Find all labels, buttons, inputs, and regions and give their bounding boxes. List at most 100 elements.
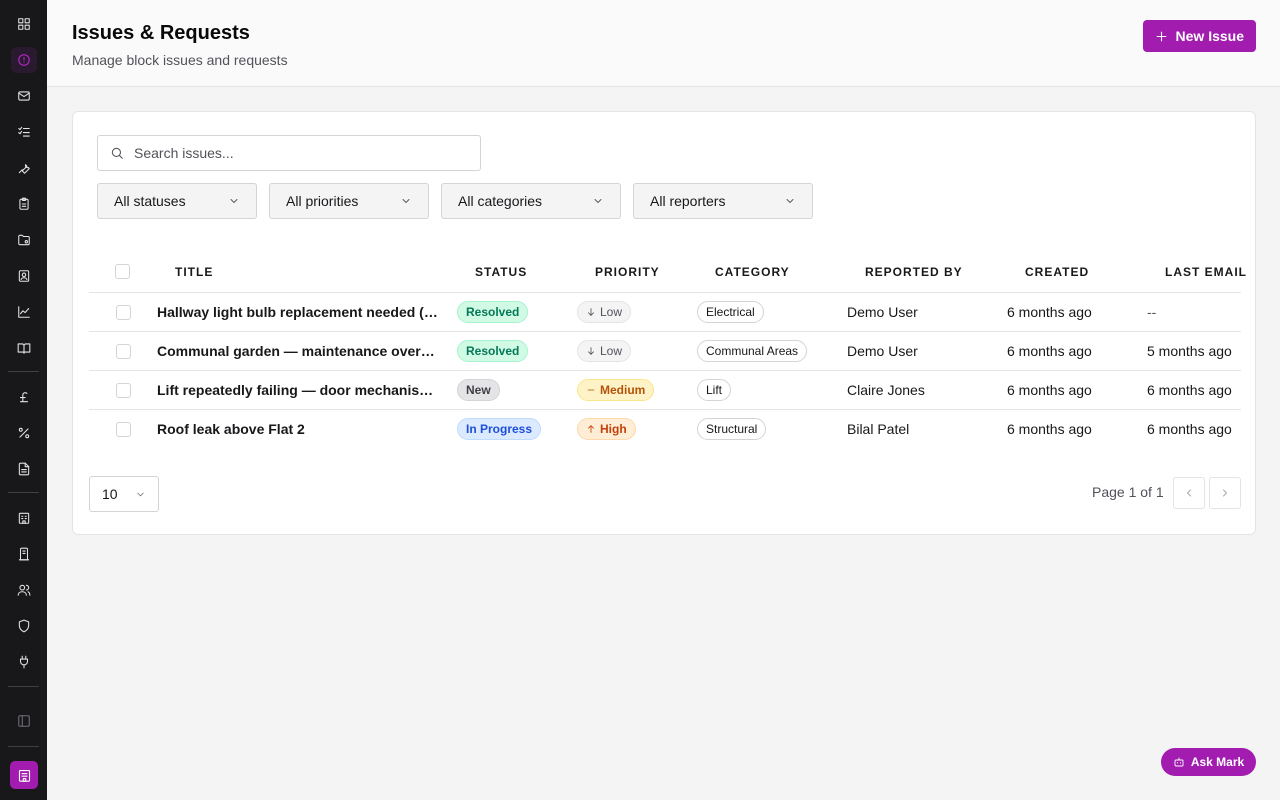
created-date: 6 months ago bbox=[1007, 343, 1092, 359]
chevron-right-icon bbox=[1223, 489, 1227, 497]
priority-label: High bbox=[600, 422, 627, 436]
clipboard-icon[interactable] bbox=[11, 191, 37, 217]
sidebar bbox=[0, 0, 47, 800]
arrow-down-icon bbox=[588, 347, 594, 355]
issue-title[interactable]: Communal garden — maintenance overdue bbox=[157, 332, 441, 370]
arrow-up-icon bbox=[588, 425, 594, 433]
reporter-filter-value: All reporters bbox=[650, 193, 726, 209]
checklist-icon[interactable] bbox=[11, 119, 37, 145]
last-email: -- bbox=[1147, 304, 1157, 320]
reported-by: Demo User bbox=[847, 304, 918, 320]
page-subtitle: Manage block issues and requests bbox=[72, 52, 288, 68]
chevron-left-icon bbox=[1187, 489, 1191, 497]
priority-badge: Medium bbox=[577, 379, 655, 401]
wrench-icon[interactable] bbox=[11, 155, 37, 181]
priority-badge: High bbox=[577, 418, 636, 440]
minus-icon bbox=[587, 389, 595, 391]
column-header-priority[interactable]: PRIORITY bbox=[595, 265, 660, 279]
priority-badge: Low bbox=[577, 301, 632, 323]
select-all-checkbox[interactable] bbox=[115, 264, 130, 279]
issue-title[interactable]: Hallway light bulb replacement needed (F… bbox=[157, 293, 441, 331]
priority-label: Low bbox=[600, 305, 623, 319]
dashboard-icon[interactable] bbox=[11, 11, 37, 37]
book-icon[interactable] bbox=[11, 335, 37, 361]
category-badge: Lift bbox=[697, 379, 732, 401]
chevron-down-icon bbox=[594, 199, 602, 203]
chart-icon[interactable] bbox=[11, 299, 37, 325]
row-checkbox[interactable] bbox=[116, 344, 131, 359]
page-title: Issues & Requests bbox=[72, 22, 250, 44]
issue-title[interactable]: Roof leak above Flat 2 bbox=[157, 410, 441, 448]
category-badge: Electrical bbox=[697, 301, 764, 323]
contact-icon[interactable] bbox=[11, 263, 37, 289]
sidebar-divider bbox=[8, 371, 39, 372]
folder-icon[interactable] bbox=[11, 227, 37, 253]
new-issue-label: New Issue bbox=[1175, 28, 1244, 44]
row-checkbox[interactable] bbox=[116, 383, 131, 398]
status-badge: In Progress bbox=[457, 418, 542, 440]
category-badge: Communal Areas bbox=[697, 340, 808, 362]
sidebar-toggle-icon[interactable] bbox=[11, 708, 37, 734]
row-checkbox[interactable] bbox=[116, 422, 131, 437]
column-header-title[interactable]: TITLE bbox=[175, 265, 213, 279]
priority-badge: Low bbox=[577, 340, 632, 362]
sidebar-divider bbox=[8, 746, 39, 747]
column-header-category[interactable]: CATEGORY bbox=[715, 265, 790, 279]
arrow-down-icon bbox=[588, 308, 594, 316]
chevron-down-icon bbox=[786, 199, 794, 203]
ask-mark-label: Ask Mark bbox=[1190, 755, 1245, 769]
reported-by: Demo User bbox=[847, 343, 918, 359]
issue-title[interactable]: Lift repeatedly failing — door mechanism… bbox=[157, 371, 441, 409]
page-size-select[interactable]: 10 bbox=[89, 476, 159, 512]
row-checkbox[interactable] bbox=[116, 305, 131, 320]
chevron-down-icon bbox=[402, 199, 410, 203]
building-icon[interactable] bbox=[11, 505, 37, 531]
plug-icon[interactable] bbox=[11, 649, 37, 675]
column-header-created[interactable]: CREATED bbox=[1025, 265, 1089, 279]
table-row[interactable]: Lift repeatedly failing — door mechanism… bbox=[89, 371, 1241, 410]
sidebar-divider bbox=[8, 492, 39, 493]
alert-circle-icon[interactable] bbox=[11, 47, 37, 73]
search-input[interactable] bbox=[134, 145, 454, 161]
document-icon[interactable] bbox=[11, 456, 37, 482]
ask-mark-button[interactable]: Ask Mark bbox=[1161, 748, 1256, 776]
page-header: Issues & Requests Manage block issues an… bbox=[47, 0, 1280, 87]
pound-icon[interactable] bbox=[11, 384, 37, 410]
mail-icon[interactable] bbox=[11, 83, 37, 109]
status-filter[interactable]: All statuses bbox=[97, 183, 257, 219]
last-email: 6 months ago bbox=[1147, 421, 1232, 437]
apartment-icon[interactable] bbox=[11, 541, 37, 567]
reported-by: Claire Jones bbox=[847, 382, 925, 398]
reporter-filter[interactable]: All reporters bbox=[633, 183, 813, 219]
plus-icon bbox=[1156, 31, 1166, 41]
next-page-button[interactable] bbox=[1209, 477, 1241, 509]
chevron-down-icon bbox=[230, 199, 238, 203]
percent-icon[interactable] bbox=[11, 420, 37, 446]
users-icon[interactable] bbox=[11, 577, 37, 603]
column-header-reported-by[interactable]: REPORTED BY bbox=[865, 265, 963, 279]
last-email: 5 months ago bbox=[1147, 343, 1232, 359]
created-date: 6 months ago bbox=[1007, 304, 1092, 320]
category-filter-value: All categories bbox=[458, 193, 543, 209]
issues-card: All statuses All priorities All categori… bbox=[72, 111, 1256, 535]
page-size-value: 10 bbox=[102, 486, 118, 502]
category-filter[interactable]: All categories bbox=[441, 183, 621, 219]
search-box[interactable] bbox=[97, 135, 481, 171]
priority-filter[interactable]: All priorities bbox=[269, 183, 429, 219]
table-row[interactable]: Hallway light bulb replacement needed (F… bbox=[89, 293, 1241, 332]
category-badge: Structural bbox=[697, 418, 767, 440]
column-header-last-email[interactable]: LAST EMAIL bbox=[1165, 265, 1247, 279]
last-email: 6 months ago bbox=[1147, 382, 1232, 398]
column-header-status[interactable]: STATUS bbox=[475, 265, 527, 279]
reported-by: Bilal Patel bbox=[847, 421, 910, 437]
status-filter-value: All statuses bbox=[114, 193, 186, 209]
shield-icon[interactable] bbox=[11, 613, 37, 639]
table-row[interactable]: Roof leak above Flat 2 In Progress High … bbox=[89, 410, 1241, 449]
table-row[interactable]: Communal garden — maintenance overdue Re… bbox=[89, 332, 1241, 371]
workspace-icon[interactable] bbox=[10, 761, 38, 789]
new-issue-button[interactable]: New Issue bbox=[1142, 20, 1256, 52]
created-date: 6 months ago bbox=[1007, 382, 1092, 398]
priority-label: Medium bbox=[600, 383, 646, 397]
search-icon bbox=[111, 147, 123, 159]
previous-page-button[interactable] bbox=[1173, 477, 1205, 509]
